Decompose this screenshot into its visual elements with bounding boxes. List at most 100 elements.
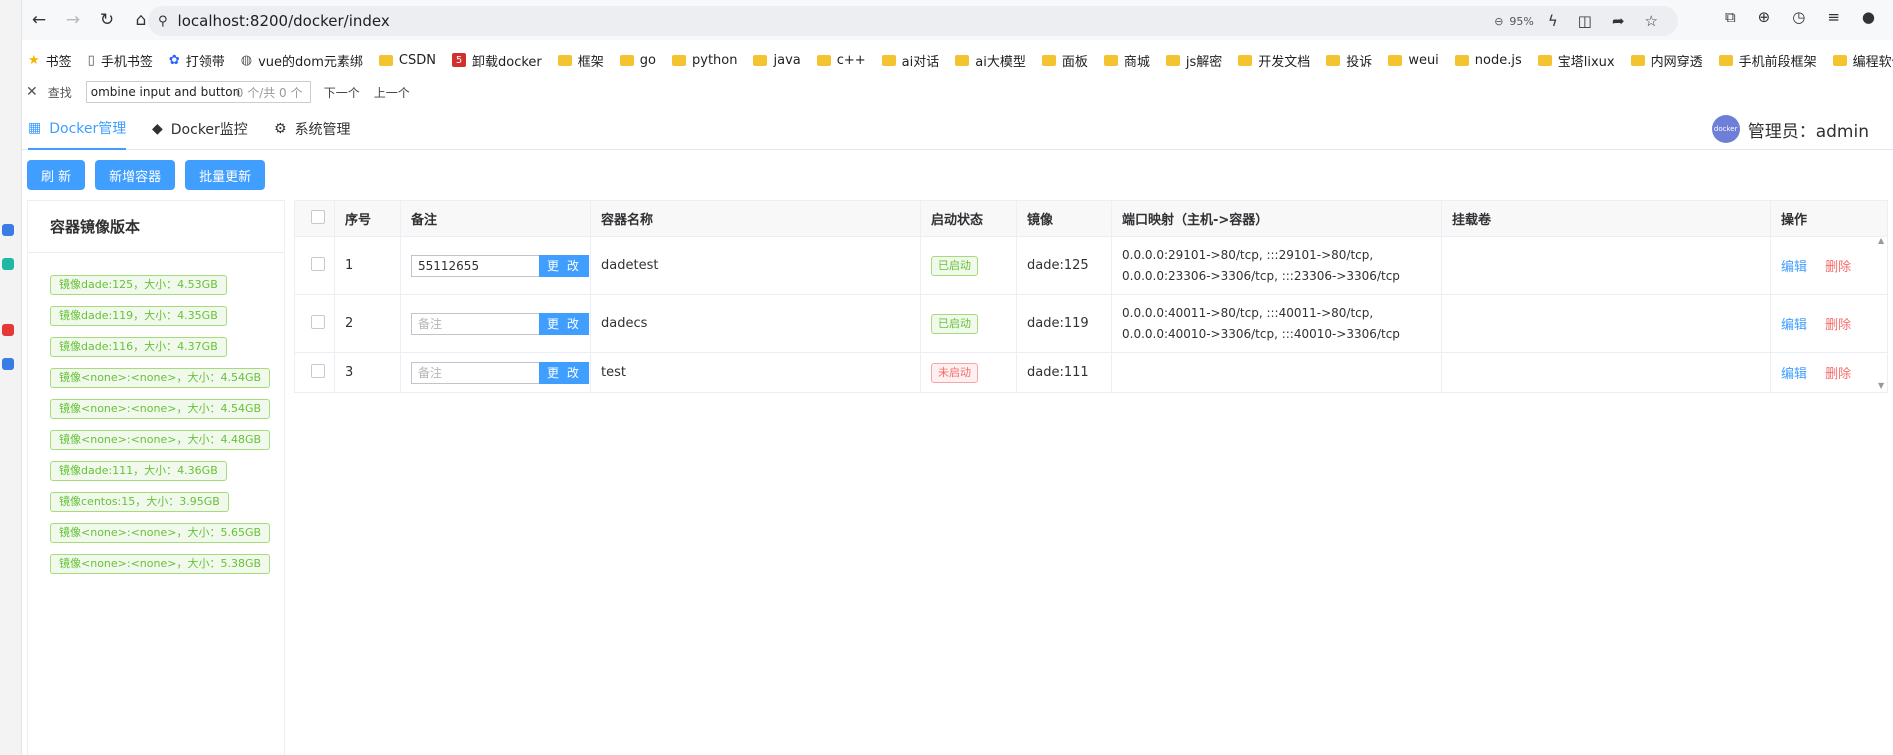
folder-icon [378,54,393,66]
row-checkbox[interactable] [311,363,325,378]
profile-avatar-icon[interactable]: ● [1862,8,1875,26]
side-app-icon[interactable] [2,324,14,336]
folder-icon [1326,54,1341,66]
bookmark-item[interactable]: node.js [1454,53,1522,68]
update-note-button[interactable]: 更 改 [539,254,589,277]
bookmark-item[interactable]: 5 卸载docker [452,51,542,70]
side-app-icon[interactable] [2,224,14,236]
bookmark-item[interactable]: 宝塔lixux [1537,51,1615,70]
bookmark-item[interactable]: ▯ 手机书签 [88,51,153,70]
bookmark-item[interactable]: c++ [816,53,866,68]
volumes-cell [1441,294,1771,353]
forward-icon[interactable]: → [56,3,90,37]
bookmark-label: 宝塔lixux [1557,54,1615,70]
column-header: 端口映射（主机->容器） [1111,200,1442,237]
tab-system-settings[interactable]: ⚙ 系统管理 [274,108,351,150]
phone-icon: ▯ [87,52,95,68]
extensions-icon[interactable]: ⧉ [1725,8,1736,26]
back-icon[interactable]: ← [22,3,56,37]
container-name-cell: dadetest [590,236,921,295]
delete-button[interactable]: 删除 [1825,367,1851,382]
folder-icon [1165,54,1180,66]
side-app-icon[interactable] [2,258,14,270]
bookmark-item[interactable]: 编程软件 [1832,51,1893,70]
bookmark-item[interactable]: java [753,53,801,68]
bookmark-item[interactable]: 开发文档 [1238,51,1310,70]
image-version-panel: 容器镜像版本 镜像dade:125，大小：4.53GB 镜像dade:119，大小… [27,200,285,755]
status-cell: 已启动 [920,236,1017,295]
site-51-icon: 5 [452,53,466,67]
select-all-checkbox[interactable] [311,209,325,224]
bookmark-item[interactable]: ◍ vue的dom元素绑 [241,51,363,70]
image-tag: 镜像<none>:<none>，大小：5.65GB [50,523,271,543]
favorite-star-icon[interactable]: ☆ [1645,12,1658,30]
scroll-up-icon[interactable]: ▲ [1878,236,1884,245]
close-icon[interactable]: ✕ [26,84,38,100]
row-checkbox[interactable] [311,256,325,271]
bookmark-item[interactable]: 商城 [1103,51,1150,70]
volumes-cell [1441,352,1771,393]
row-checkbox[interactable] [311,314,325,329]
edit-button[interactable]: 编辑 [1781,367,1807,382]
delete-button[interactable]: 删除 [1825,260,1851,275]
edit-button[interactable]: 编辑 [1781,260,1807,275]
image-tag: 镜像dade:111，大小：4.36GB [50,461,227,481]
container-table: 序号 备注 容器名称 启动状态 镜像 端口映射（主机->容器） 挂载卷 操作 1… [294,200,1888,393]
tab-label: 系统管理 [294,122,351,138]
bookmark-item[interactable]: 投诉 [1326,51,1372,70]
find-prev-button[interactable]: 上一个 [374,84,410,101]
find-next-button[interactable]: 下一个 [324,84,360,101]
bookmark-item[interactable]: 手机前段框架 [1718,51,1817,70]
download-icon[interactable]: ⊕ [1758,8,1771,26]
status-badge: 已启动 [931,255,978,276]
refresh-button[interactable]: 刷 新 [27,160,86,190]
bookmark-item[interactable]: weui [1388,53,1439,68]
ports-line: 0.0.0.0:29101->80/tcp, :::29101->80/tcp, [1122,247,1374,262]
table-row: 2 更 改 dadecs 已启动 dade:119 0.0.0.0:40011-… [294,294,1888,353]
bookmark-item[interactable]: CSDN [378,53,436,68]
bookmark-item[interactable]: python [672,53,737,68]
bookmark-item[interactable]: ★ 书签 [28,51,72,70]
ports-line: 0.0.0.0:40011->80/tcp, :::40011->80/tcp, [1122,305,1374,320]
share-icon[interactable]: ➦ [1612,12,1625,30]
batch-update-button[interactable]: 批量更新 [185,160,266,190]
bookmark-label: python [692,52,738,68]
update-note-button[interactable]: 更 改 [539,312,589,335]
bookmark-item[interactable]: 面板 [1041,51,1088,70]
delete-button[interactable]: 删除 [1825,318,1851,333]
column-header: 序号 [334,200,401,237]
reload-icon[interactable]: ↻ [90,3,124,37]
bookmark-item[interactable]: 内网穿透 [1630,51,1703,70]
reader-icon[interactable]: ◫ [1578,12,1592,30]
table-scrollbar[interactable]: ▲ ▼ [1877,236,1887,390]
bookmark-item[interactable]: 框架 [557,51,604,70]
table-row: 1 更 改 dadetest 已启动 dade:125 0.0.0.0:2910… [294,236,1888,295]
globe-icon: ◍ [240,52,253,68]
folder-icon [1832,54,1847,66]
bookmark-label: js解密 [1185,54,1223,70]
scroll-down-icon[interactable]: ▼ [1878,381,1884,390]
lightning-icon[interactable]: ϟ [1548,12,1558,30]
zoom-indicator[interactable]: ⊖ 95% [1494,15,1534,28]
address-bar[interactable]: ⚲ localhost:8200/docker/index ⊖ 95% ϟ ◫ … [148,6,1678,36]
edit-button[interactable]: 编辑 [1781,318,1807,333]
side-app-icon[interactable] [2,358,14,370]
paw-icon: ✿ [168,52,180,68]
history-icon[interactable]: ◷ [1792,8,1805,26]
tab-docker-monitor[interactable]: ◆ Docker监控 [152,108,248,150]
add-container-button[interactable]: 新增容器 [95,160,176,190]
index-cell: 1 [334,236,401,295]
tab-docker-manage[interactable]: ▦ Docker管理 [28,108,127,150]
user-menu[interactable]: docker 管理员：admin [1711,115,1869,143]
user-label: 管理员：admin [1747,121,1869,142]
bookmark-item[interactable]: ai对话 [881,51,939,70]
bookmark-item[interactable]: go [619,53,656,68]
note-input[interactable] [411,361,539,384]
note-input[interactable] [411,312,539,335]
bookmark-item[interactable]: ✿ 打领带 [169,51,225,70]
bookmark-item[interactable]: ai大模型 [955,51,1026,70]
update-note-button[interactable]: 更 改 [539,361,589,384]
note-input[interactable] [411,254,539,277]
menu-icon[interactable]: ≡ [1827,8,1840,26]
bookmark-item[interactable]: js解密 [1165,51,1223,70]
